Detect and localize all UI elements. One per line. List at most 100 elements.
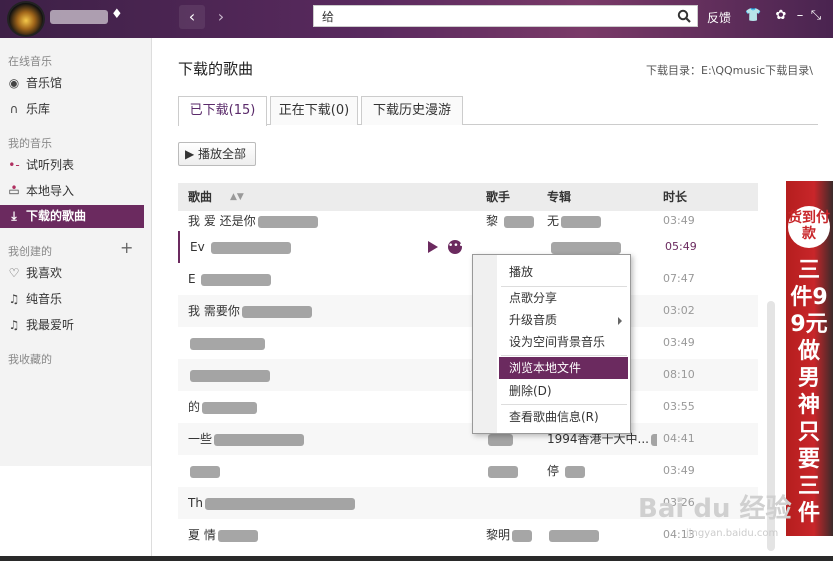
redacted-text [241, 305, 312, 318]
redacted-text [190, 465, 220, 478]
sidebar-item-trial-list[interactable]: •-• 试听列表 [0, 154, 144, 195]
more-options-icon[interactable]: ••• [448, 240, 464, 254]
headphones-icon: ∩ [9, 102, 19, 116]
cell-duration-text: 04:41 [663, 432, 695, 445]
table-row[interactable]: Ev 05:49 ••• [178, 231, 758, 263]
cell-duration: 03:49 [663, 455, 695, 487]
redacted-text [202, 401, 258, 414]
menu-item-set-bg-music[interactable]: 设为空间背景音乐 [499, 331, 628, 353]
title-bar: ♦ ‹ › 反馈 👕 ✿ – ⤡ [0, 0, 833, 38]
tab-downloaded[interactable]: 已下载(15) [178, 96, 267, 126]
context-menu: 播放 点歌分享 升级音质 设为空间背景音乐 浏览本地文件 删除(D) 查看歌曲信… [472, 254, 631, 434]
search-icon[interactable] [677, 9, 691, 23]
mini-mode-icon[interactable]: ⤡ [808, 8, 824, 24]
table-row[interactable]: 08:10 [178, 359, 758, 391]
forward-button[interactable]: › [208, 5, 234, 29]
cell-duration: 04:41 [663, 423, 695, 455]
cell-duration-text: 03:55 [663, 400, 695, 413]
watermark: Bai du 经验 [638, 494, 792, 524]
sidebar-item-label: 下载的歌曲 [26, 209, 87, 223]
column-artist[interactable]: 歌手 [486, 183, 510, 211]
sidebar-item-pure-music[interactable]: ♫ 纯音乐 [0, 288, 144, 311]
cell-duration-text: 03:49 [663, 336, 695, 349]
menu-item-upgrade-quality[interactable]: 升级音质 [499, 309, 628, 331]
cell-song [188, 455, 428, 487]
watermark-sub: jingyan.baidu.com [686, 528, 779, 539]
play-icon[interactable] [428, 241, 438, 253]
gear-icon[interactable]: ✿ [773, 8, 789, 24]
menu-separator [501, 404, 627, 405]
sort-arrows-icon[interactable]: ▲▼ [230, 183, 244, 211]
sidebar-item-music-hall[interactable]: ◉ 音乐馆 [0, 72, 144, 95]
sidebar: 在线音乐 ◉ 音乐馆 ∩ 乐库 我的音乐 •-• 试听列表 ▭ 本地导入 ⤓ 下… [0, 38, 152, 466]
redacted-text [201, 273, 272, 286]
column-album[interactable]: 专辑 [547, 183, 571, 211]
ad-banner[interactable]: 货到付款 三件99元做男神只要三件 [786, 181, 833, 536]
sidebar-item-local-import[interactable]: ▭ 本地导入 [0, 180, 144, 203]
table-row[interactable]: 停 03:49 [178, 455, 758, 487]
vip-diamond-icon[interactable]: ♦ [111, 7, 123, 22]
table-row[interactable]: E 07:47 [178, 263, 758, 295]
redacted-text [561, 215, 602, 228]
cell-artist: 黎明 [486, 519, 541, 551]
menu-item-browse-local[interactable]: 浏览本地文件 [499, 357, 628, 379]
add-playlist-button[interactable]: + [120, 238, 133, 257]
username[interactable] [50, 10, 108, 24]
sidebar-section-online: 在线音乐 [8, 55, 52, 68]
table-row[interactable]: 03:49 [178, 327, 758, 359]
menu-item-song-info[interactable]: 查看歌曲信息(R) [499, 406, 628, 428]
music-hall-icon: ◉ [8, 76, 20, 90]
play-all-button[interactable]: ▶ 播放全部 [178, 142, 256, 166]
search-input[interactable] [314, 6, 674, 26]
sidebar-item-downloaded[interactable]: ⤓ 下载的歌曲 [0, 205, 144, 228]
sidebar-item-label: 本地导入 [26, 184, 75, 198]
cell-song: Ev [190, 231, 430, 263]
tab-downloading[interactable]: 正在下载(0) [270, 96, 358, 125]
sidebar-item-library[interactable]: ∩ 乐库 [0, 98, 144, 121]
table-row[interactable]: 我 爱 还是你 黎 无 03:49 [178, 211, 758, 231]
column-song[interactable]: 歌曲 [188, 183, 212, 211]
table-row[interactable]: 的 03:55 [178, 391, 758, 423]
back-button[interactable]: ‹ [179, 5, 205, 29]
cell-song-text: 夏 情 [188, 528, 216, 542]
table-header: 歌曲 ▲▼ 歌手 专辑 时长 [178, 183, 758, 211]
heart-icon: ♡ [8, 266, 20, 280]
table-row[interactable]: 一些 1994香港十大中... 04:41 [178, 423, 758, 455]
menu-item-label: 升级音质 [509, 313, 558, 327]
feedback-link[interactable]: 反馈 [707, 9, 731, 26]
sidebar-item-favorites[interactable]: ♡ 我喜欢 [0, 262, 144, 285]
cell-song-text: 一些 [188, 432, 213, 446]
download-directory[interactable]: 下载目录：E:\QQmusic下载目录\ [646, 62, 813, 78]
cell-album-text: 停 [547, 464, 563, 478]
redacted-text [214, 433, 305, 446]
cell-song-text: 的 [188, 400, 201, 414]
cell-song: 夏 情 [188, 519, 428, 551]
menu-item-share[interactable]: 点歌分享 [499, 287, 628, 309]
sidebar-section-collected: 我收藏的 [8, 353, 52, 366]
cell-song: 一些 [188, 423, 428, 455]
cell-album-text: 无 [547, 214, 560, 228]
tab-download-history[interactable]: 下载历史漫游 [361, 96, 463, 125]
avatar[interactable] [7, 1, 45, 37]
menu-item-delete[interactable]: 删除(D) [499, 380, 628, 402]
sidebar-item-label: 我最爱听 [26, 318, 75, 332]
cell-duration-text: 03:02 [663, 304, 695, 317]
cell-duration: 03:49 [663, 327, 695, 359]
sidebar-section-created: 我创建的 [8, 245, 52, 258]
note-icon: ♫ [8, 292, 20, 306]
cell-song-text: Ev [190, 240, 209, 254]
table-row[interactable]: 我 需要你 03:02 [178, 295, 758, 327]
sidebar-item-label: 我喜欢 [26, 266, 63, 280]
minimize-icon[interactable]: – [792, 8, 808, 24]
context-menu-gutter [473, 255, 497, 433]
menu-item-play[interactable]: 播放 [499, 261, 628, 283]
sidebar-item-most-loved[interactable]: ♫ 我最爱听 [0, 314, 144, 337]
submenu-arrow-icon [618, 317, 622, 325]
cell-duration-text: 07:47 [663, 272, 695, 285]
cell-duration-text: 08:10 [663, 368, 695, 381]
cell-duration: 05:49 [665, 231, 697, 263]
column-duration[interactable]: 时长 [663, 183, 687, 211]
playlist-icon: •-• [8, 158, 20, 195]
cell-song-text: E [188, 272, 200, 286]
skin-shirt-icon[interactable]: 👕 [745, 8, 761, 24]
